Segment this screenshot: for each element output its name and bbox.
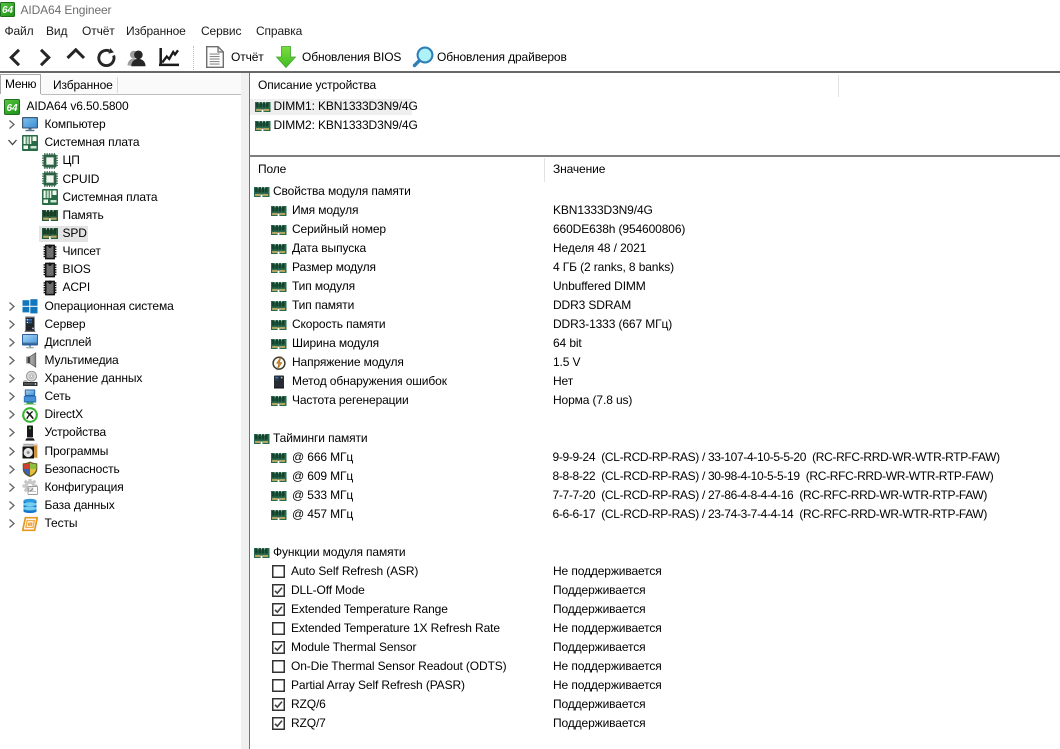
svg-text:64: 64	[2, 5, 14, 16]
svg-text:64: 64	[6, 103, 18, 114]
